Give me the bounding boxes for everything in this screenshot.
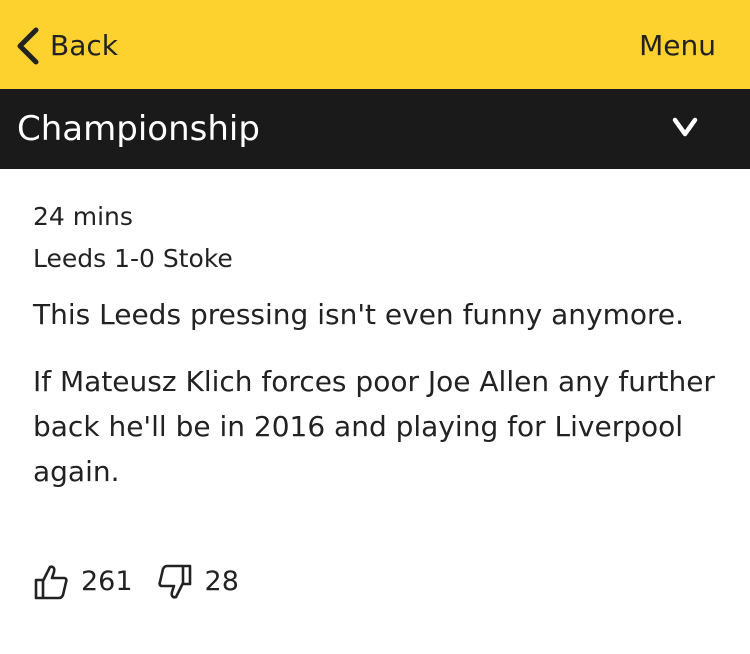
dislike-button[interactable]: 28	[157, 562, 239, 602]
like-count: 261	[81, 566, 133, 597]
thumbs-down-icon	[157, 564, 191, 599]
back-label: Back	[50, 29, 118, 62]
post-paragraph-2: If Mateusz Klich forces poor Joe Allen a…	[33, 365, 715, 488]
top-navigation-bar: Back Menu	[0, 0, 750, 89]
post-time: 24 mins	[33, 202, 133, 231]
post-paragraph-1: This Leeds pressing isn't even funny any…	[33, 298, 685, 331]
back-button[interactable]: Back	[14, 26, 118, 66]
thumbs-up-icon	[34, 565, 68, 600]
live-post: 24 mins Leeds 1-0 Stoke This Leeds press…	[0, 169, 750, 494]
menu-button[interactable]: Menu	[639, 26, 716, 66]
section-header: Championship	[0, 89, 750, 169]
chevron-left-icon	[17, 27, 39, 65]
reactions-bar: 261 28	[33, 562, 239, 602]
chevron-down-icon[interactable]	[672, 116, 698, 138]
like-button[interactable]: 261	[33, 562, 133, 602]
match-score: Leeds 1-0 Stoke	[33, 244, 233, 273]
section-title: Championship	[17, 109, 260, 149]
dislike-count: 28	[204, 566, 239, 597]
